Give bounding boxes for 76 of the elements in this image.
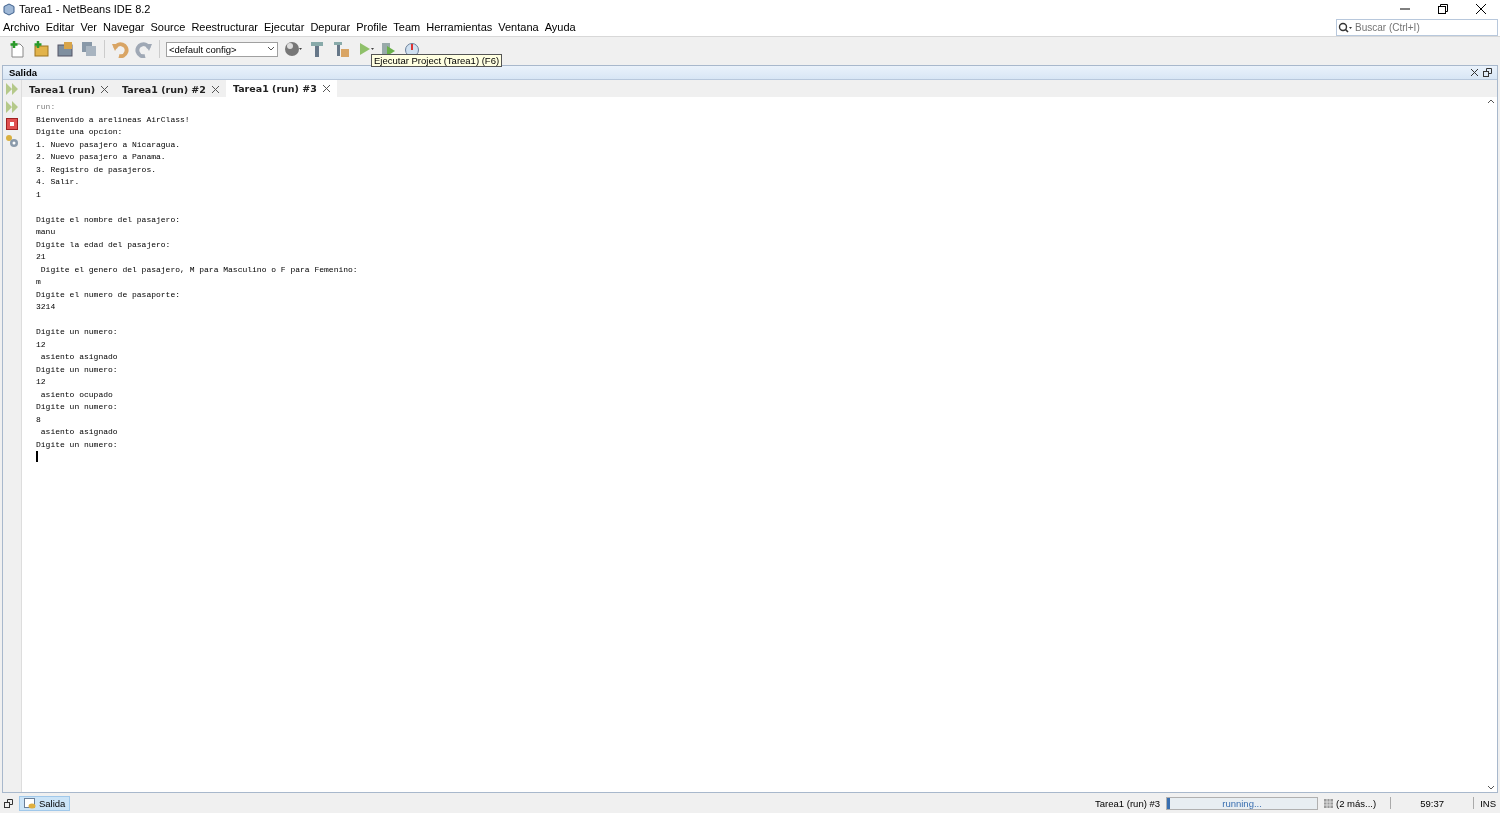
output-line: Digite un numero: [36,438,118,451]
progress-bar: running... [1166,796,1319,810]
output-line: Bienvenido a arelineas AirClass! [36,113,190,126]
output-line: 3. Registro de pasajeros. [36,163,157,176]
output-tab[interactable]: Tarea1 (run) [22,81,116,97]
output-line: Digite una opcion: [36,126,123,138]
hammer-icon[interactable] [308,40,326,58]
output-tab[interactable]: Tarea1 (run) #3 [225,80,337,97]
text-cursor [36,451,38,462]
menu-item[interactable]: Source [150,21,189,33]
output-line: asiento ocupado [39,388,113,401]
output-line: 1 [36,188,41,201]
output-line: manu [36,226,56,238]
close-icon[interactable] [322,85,330,92]
search-field[interactable]: Buscar (Ctrl+I) [1336,18,1498,36]
menu-item[interactable]: Herramientas [426,21,496,33]
menu-item[interactable]: Navegar [102,21,148,33]
output-line: 1. Nuevo pasajero a Nicaragua. [36,138,181,151]
menu-item[interactable]: Ayuda [544,21,579,33]
task-name: Tarea1 (run) #3 [1095,797,1161,809]
window-title: Tarea1 - NetBeans IDE 8.2 [19,3,151,15]
menu-item[interactable]: Reestructurar [191,21,262,33]
globe-icon[interactable] [284,40,302,58]
cursor-position: 59:37 [1419,797,1446,809]
output-window-button[interactable]: Salida [19,795,71,811]
output-line: Digite un numero: [36,326,118,338]
menu-item[interactable]: Archivo [3,21,43,33]
insert-mode: INS [1480,797,1496,809]
new-project-icon[interactable] [32,40,50,58]
tasks-icon [1324,798,1334,808]
output-line: Digite un numero: [36,401,118,413]
output-line: asiento asignado [39,351,118,363]
output-line: 4. Salir. [36,176,80,188]
close-icon[interactable] [101,85,109,93]
output-line: Digite el genero del pasajero, M para Masculino o F para Femenino: [39,263,358,276]
menu-item[interactable]: Editar [45,21,78,33]
stop-icon[interactable] [6,118,18,130]
panel-title: Salida [9,67,37,78]
tooltip: Ejecutar Project (Tarea1) (F6) [371,54,503,67]
output-line: Digite el numero de pasaporte: [36,288,181,301]
output-line: Digite el nombre del pasajero: [36,213,181,226]
output-tab[interactable]: Tarea1 (run) #2 [115,81,226,97]
output-line: asiento asignado [39,426,118,438]
output-window-icon [24,797,36,809]
open-folder-icon[interactable] [56,40,74,58]
search-icon [1338,21,1352,33]
output-line: Digite un numero: [36,363,118,376]
menu-item[interactable]: Ver [80,21,100,33]
more-tasks-link[interactable]: (2 más...) [1324,797,1377,809]
save-all-icon[interactable] [80,40,98,58]
scroll-up-icon[interactable] [1487,99,1495,104]
output-line: Digite la edad del pasajero: [36,238,171,251]
new-file-icon[interactable] [8,40,26,58]
restore-icon[interactable] [1483,68,1492,77]
scroll-down-icon[interactable] [1487,785,1495,790]
restore-icon[interactable] [4,798,13,808]
restore-icon[interactable] [1438,4,1448,14]
menu-item[interactable]: Profile [356,21,391,33]
menu-item[interactable]: Team [393,21,424,33]
close-icon[interactable] [1471,69,1478,76]
output-line: 12 [36,338,46,351]
output-line: 2. Nuevo pasajero a Panama. [36,151,166,163]
chevron-down-icon [267,46,275,52]
output-line: 21 [36,251,46,263]
output-line: run: [36,101,56,113]
app-cube-icon [3,2,15,16]
menu-item[interactable]: Ejecutar [264,21,308,33]
output-line: 12 [36,376,46,388]
output-line: m [36,276,41,288]
output-line: 8 [36,413,41,426]
output-line: 3214 [36,301,56,313]
close-icon[interactable] [211,85,219,93]
menu-item[interactable]: Depurar [310,21,354,33]
menu-item[interactable]: Ventana [498,21,542,33]
close-icon[interactable] [1476,4,1486,14]
config-dropdown[interactable]: <default config> [166,41,278,57]
